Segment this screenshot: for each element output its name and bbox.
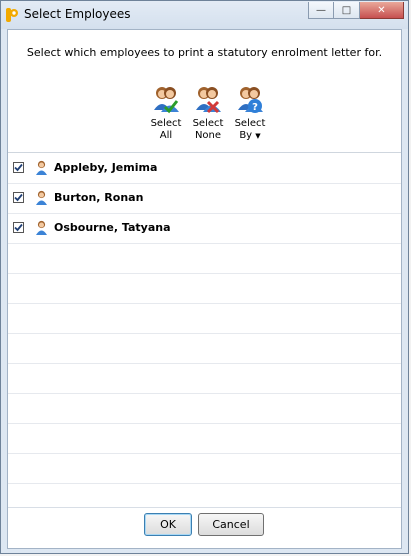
empty-row bbox=[8, 243, 401, 274]
employee-name: Osbourne, Tatyana bbox=[54, 221, 171, 234]
selection-toolbar: Select All Select None ? Select By ▼ bbox=[146, 84, 270, 146]
window-title: Select Employees bbox=[24, 7, 131, 21]
select-by-button[interactable]: ? Select By ▼ bbox=[230, 84, 270, 146]
app-logo-icon bbox=[6, 8, 18, 22]
close-button[interactable]: ✕ bbox=[360, 2, 404, 19]
select-none-line2: None bbox=[194, 130, 222, 141]
employee-icon bbox=[36, 160, 47, 175]
maximize-button[interactable]: □ bbox=[334, 2, 360, 19]
empty-row bbox=[8, 303, 401, 334]
select-all-line2: All bbox=[159, 130, 173, 141]
employees-cross-icon bbox=[196, 87, 221, 114]
cancel-button[interactable]: Cancel bbox=[198, 513, 264, 536]
empty-row bbox=[8, 453, 401, 484]
select-by-label: By bbox=[239, 130, 253, 141]
dialog-footer: OK Cancel bbox=[8, 507, 401, 548]
select-all-button[interactable]: Select All bbox=[146, 84, 186, 146]
employees-check-icon bbox=[154, 87, 179, 114]
select-none-line1: Select bbox=[192, 118, 224, 129]
employee-name: Appleby, Jemima bbox=[54, 161, 158, 174]
empty-row bbox=[8, 363, 401, 394]
checkmark-icon bbox=[14, 223, 23, 232]
dialog-body: Select which employees to print a statut… bbox=[7, 29, 402, 549]
minimize-button[interactable]: — bbox=[308, 2, 334, 19]
select-employees-dialog: Select Employees — □ ✕ Select which empl… bbox=[0, 0, 409, 554]
list-item[interactable]: Burton, Ronan bbox=[8, 183, 401, 214]
select-none-button[interactable]: Select None bbox=[188, 84, 228, 146]
ok-button[interactable]: OK bbox=[144, 513, 192, 536]
employee-name: Burton, Ronan bbox=[54, 191, 144, 204]
checkmark-icon bbox=[14, 193, 23, 202]
select-by-line2: By ▼ bbox=[239, 130, 260, 142]
empty-row bbox=[8, 423, 401, 454]
employee-checkbox[interactable] bbox=[13, 192, 24, 203]
title-bar[interactable]: Select Employees — □ ✕ bbox=[1, 1, 408, 29]
select-all-line1: Select bbox=[150, 118, 182, 129]
employees-question-icon: ? bbox=[238, 87, 263, 113]
employee-icon bbox=[36, 190, 47, 205]
employee-icon bbox=[36, 220, 47, 235]
svg-text:?: ? bbox=[252, 102, 258, 113]
list-item[interactable]: Appleby, Jemima bbox=[8, 153, 401, 184]
dropdown-arrow-icon: ▼ bbox=[255, 132, 261, 140]
checkmark-icon bbox=[14, 163, 23, 172]
employee-checkbox[interactable] bbox=[13, 162, 24, 173]
select-by-line1: Select bbox=[234, 118, 266, 129]
empty-row bbox=[8, 393, 401, 424]
list-item[interactable]: Osbourne, Tatyana bbox=[8, 213, 401, 244]
employee-list: Appleby, Jemima Burton, Ronan Osbourne, … bbox=[8, 152, 401, 514]
empty-row bbox=[8, 273, 401, 304]
instruction-text: Select which employees to print a statut… bbox=[26, 46, 383, 59]
caption-buttons: — □ ✕ bbox=[308, 2, 404, 19]
empty-row bbox=[8, 333, 401, 364]
employee-checkbox[interactable] bbox=[13, 222, 24, 233]
